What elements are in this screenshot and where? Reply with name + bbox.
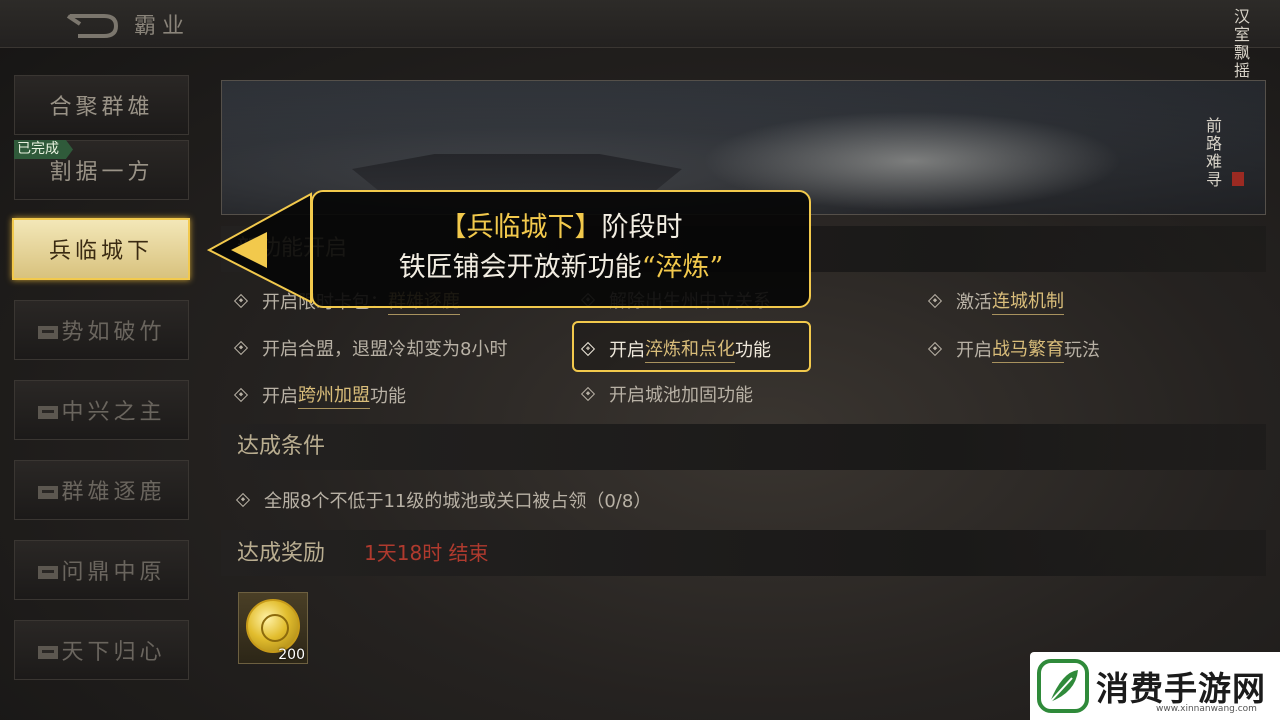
tooltip-line-2: 铁匠铺会开放新功能“淬炼”: [398, 252, 724, 283]
bullet-diamond-icon: [233, 340, 249, 356]
feature-link[interactable]: 战马繁育: [992, 335, 1064, 363]
menu-item-stage-3[interactable]: 兵临城下: [12, 218, 190, 280]
bullet-diamond-icon: [927, 293, 943, 309]
lock-icon: [37, 642, 59, 660]
condition-item: 全服8个不低于11级的城池或关口被占领（0/8）: [235, 487, 651, 513]
menu-item-label: 兵临城下: [48, 239, 153, 264]
menu-item-stage-7[interactable]: 问鼎中原: [14, 540, 189, 600]
menu-item-label: 问鼎中原: [61, 560, 166, 585]
leaf-logo-icon: [1037, 659, 1089, 713]
menu-item-stage-1[interactable]: 合聚群雄: [14, 75, 189, 135]
menu-item-label: 天下归心: [61, 640, 166, 665]
tooltip-line-1: 【兵临城下】阶段时: [439, 212, 683, 243]
gold-coin-icon: [246, 599, 300, 653]
lock-icon: [37, 562, 59, 580]
feature-item: 开启 跨州加盟 功能: [233, 381, 406, 409]
rewards-section-title: 达成奖励 1天18时 结束: [221, 530, 1266, 576]
bullet-diamond-icon: [580, 341, 596, 357]
feature-item: 开启合盟，退盟冷却变为8小时: [233, 335, 507, 361]
feature-item: 开启 战马繁育 玩法: [927, 335, 1100, 363]
back-arrow-icon: [66, 14, 119, 38]
palace-roof-illustration: [352, 154, 682, 196]
banner-poem-line-1: 汉室飘摇: [1231, 8, 1250, 80]
menu-item-stage-4[interactable]: 势如破竹: [14, 300, 189, 360]
feature-item: 激活 连城机制: [927, 287, 1064, 315]
tooltip-pointer-arrow: [207, 192, 312, 304]
guide-tooltip: 【兵临城下】阶段时 铁匠铺会开放新功能“淬炼”: [311, 190, 811, 308]
red-seal-icon: [1232, 172, 1244, 186]
page-title: 霸业: [134, 14, 191, 39]
menu-item-stage-5[interactable]: 中兴之主: [14, 380, 189, 440]
reward-count: 200: [278, 647, 305, 663]
lock-icon: [37, 322, 59, 340]
menu-item-label: 中兴之主: [61, 400, 166, 425]
top-bar: 霸业: [0, 0, 1280, 48]
site-watermark: 消费手游网 www.xinnanwang.com: [1030, 652, 1280, 720]
menu-item-stage-6[interactable]: 群雄逐鹿: [14, 460, 189, 520]
feature-link[interactable]: 淬炼和点化: [645, 335, 735, 363]
watermark-url: www.xinnanwang.com: [1156, 704, 1257, 714]
feature-item: 开启城池加固功能: [580, 381, 753, 407]
banner-poem-line-2: 前路难寻: [1203, 117, 1222, 189]
watermark-name: 消费手游网: [1096, 669, 1266, 708]
back-button[interactable]: [64, 10, 120, 38]
feature-link[interactable]: 连城机制: [992, 287, 1064, 315]
menu-item-stage-8[interactable]: 天下归心: [14, 620, 189, 680]
bullet-diamond-icon: [233, 387, 249, 403]
menu-item-label: 势如破竹: [61, 320, 166, 345]
countdown-timer: 1天18时 结束: [364, 541, 489, 565]
lock-icon: [37, 402, 59, 420]
bullet-diamond-icon: [235, 492, 251, 508]
bullet-diamond-icon: [580, 386, 596, 402]
menu-item-label: 群雄逐鹿: [61, 480, 166, 505]
bullet-diamond-icon: [927, 341, 943, 357]
completed-badge: 已完成: [14, 140, 73, 159]
menu-item-label: 合聚群雄: [49, 95, 154, 120]
feature-item-highlighted: 开启 淬炼和点化 功能: [580, 335, 771, 363]
lock-icon: [37, 482, 59, 500]
feature-link[interactable]: 跨州加盟: [298, 381, 370, 409]
conditions-section-title: 达成条件: [221, 424, 1266, 470]
reward-item[interactable]: 200: [238, 592, 308, 664]
